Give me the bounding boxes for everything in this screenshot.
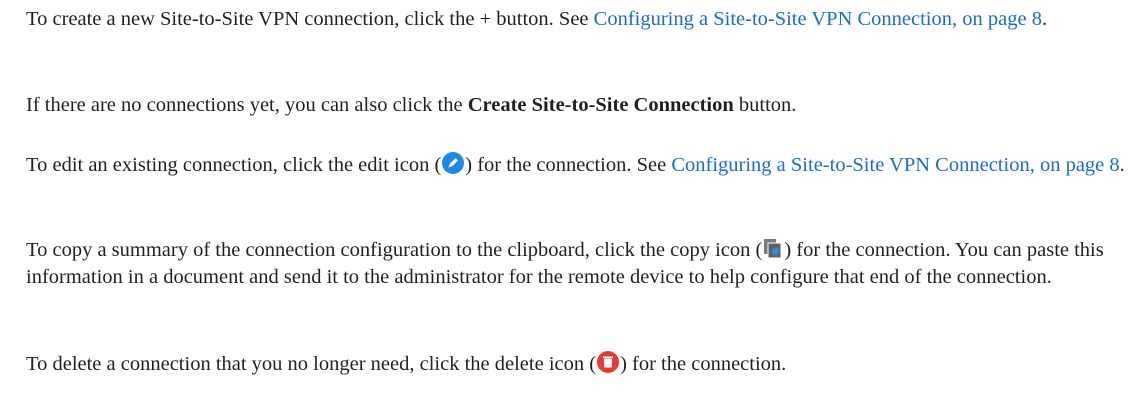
bullet-delete-connection: •To delete a connection that you no long… xyxy=(8,350,1145,378)
bullet-text-mid: ) for the connection. See xyxy=(465,154,672,176)
bullet-text-end: ) for the connection. xyxy=(620,353,787,375)
bullet-copy-summary: •To copy a summary of the connection con… xyxy=(8,237,1145,291)
note-text-end: button. xyxy=(733,94,797,116)
delete-icon xyxy=(596,350,620,374)
bullet-glyph: • xyxy=(8,351,26,378)
bullet-edit-connection: •To edit an existing connection, click t… xyxy=(8,151,1145,179)
bullet-text-end: . xyxy=(1041,8,1048,30)
bullet-text: To delete a connection that you no longe… xyxy=(26,353,597,375)
create-connection-button-name: Create Site-to-Site Connection xyxy=(467,94,734,116)
note-text: If there are no connections yet, you can… xyxy=(26,94,468,116)
bullet-glyph: • xyxy=(8,6,26,33)
configure-vpn-link[interactable]: Configuring a Site-to-Site VPN Connectio… xyxy=(594,8,1042,30)
copy-icon xyxy=(762,238,784,260)
bullet-create-connection: •To create a new Site-to-Site VPN connec… xyxy=(8,6,1145,33)
edit-icon xyxy=(441,151,465,175)
bullet-text-end: . xyxy=(1119,154,1125,176)
bullet-text: To create a new Site-to-Site VPN connect… xyxy=(26,8,594,30)
document-page: •To create a new Site-to-Site VPN connec… xyxy=(0,0,1145,402)
no-connections-note: If there are no connections yet, you can… xyxy=(26,92,1136,119)
configure-vpn-link[interactable]: Configuring a Site-to-Site VPN Connectio… xyxy=(671,154,1119,176)
bullet-text: To edit an existing connection, click th… xyxy=(26,154,442,176)
bullet-text: To copy a summary of the connection conf… xyxy=(26,239,763,261)
bullet-glyph: • xyxy=(8,152,26,179)
bullet-glyph: • xyxy=(8,237,26,264)
